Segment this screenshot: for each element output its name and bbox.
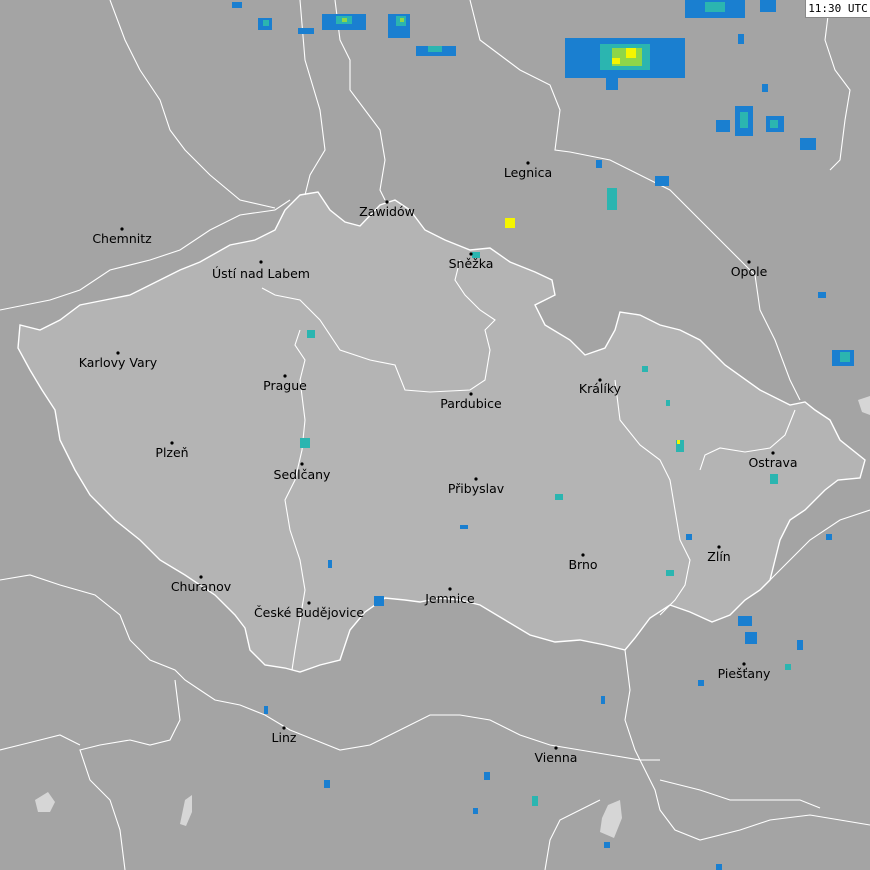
radar-echo [666, 570, 674, 576]
radar-echo [686, 534, 692, 540]
city-label-opole: Opole [731, 264, 768, 279]
radar-echo [324, 780, 330, 788]
radar-echo [655, 176, 669, 186]
radar-echo [840, 352, 850, 362]
city-label-jemnice: Jemnice [424, 591, 475, 606]
radar-echo [770, 474, 778, 484]
radar-echo [307, 330, 315, 338]
radar-echo [532, 796, 538, 806]
radar-echo [607, 188, 617, 210]
radar-echo [263, 20, 269, 26]
timestamp-label: 11:30 UTC [805, 0, 870, 18]
city-label-vienna: Vienna [535, 750, 578, 765]
radar-echo [460, 525, 468, 529]
radar-echo [298, 28, 314, 34]
radar-echo [698, 680, 704, 686]
radar-echo [626, 48, 636, 58]
city-label-churanov: Churanov [171, 579, 232, 594]
radar-echo [374, 596, 384, 606]
radar-echo [555, 494, 563, 500]
city-label-ostrava: Ostrava [748, 455, 797, 470]
city-label-brno: Brno [568, 557, 597, 572]
radar-echo [596, 160, 602, 168]
radar-echo [760, 0, 776, 12]
radar-echo [677, 440, 680, 444]
radar-echo [612, 58, 620, 64]
radar-echo [797, 640, 803, 650]
radar-echo [264, 706, 268, 714]
city-label-pribyslav: Přibyslav [448, 481, 505, 496]
radar-echo [738, 34, 744, 44]
city-label-plzen: Plzeň [155, 445, 188, 460]
radar-echo [473, 808, 478, 814]
city-dot-sedlcany [300, 462, 304, 466]
radar-echo [400, 18, 404, 22]
city-label-prague: Prague [263, 378, 307, 393]
radar-echo [428, 46, 442, 52]
radar-echo [738, 616, 752, 626]
map-canvas: Chemnitz Ústí nad Labem Karlovy Vary Pra… [0, 0, 870, 870]
radar-echo [705, 2, 725, 12]
city-label-usti: Ústí nad Labem [212, 266, 310, 281]
radar-echo [716, 864, 722, 870]
radar-map: Chemnitz Ústí nad Labem Karlovy Vary Pra… [0, 0, 870, 870]
city-dot-usti [259, 260, 263, 264]
radar-echo [745, 632, 757, 644]
city-label-snezka: Sněžka [449, 256, 494, 271]
city-label-pardubice: Pardubice [440, 396, 502, 411]
radar-echo [604, 842, 610, 848]
radar-echo [800, 138, 816, 150]
city-label-chemnitz: Chemnitz [92, 231, 152, 246]
radar-echo [606, 76, 618, 90]
city-label-karlovy-vary: Karlovy Vary [79, 355, 158, 370]
radar-echo [328, 560, 332, 568]
city-label-kraliky: Králíky [579, 381, 622, 396]
radar-echo [505, 218, 515, 228]
radar-echo [342, 18, 347, 22]
radar-echo [818, 292, 826, 298]
radar-echo [785, 664, 791, 670]
radar-echo [601, 696, 605, 704]
city-label-piestany: Piešťany [718, 666, 771, 681]
city-label-legnica: Legnica [504, 165, 552, 180]
radar-echo [716, 120, 730, 132]
city-label-zlin: Zlín [707, 549, 730, 564]
radar-echo [300, 438, 310, 448]
radar-echo [232, 2, 242, 8]
radar-echo [826, 534, 832, 540]
radar-echo [740, 112, 748, 128]
radar-echo [666, 400, 670, 406]
radar-echo [770, 120, 778, 128]
city-label-ceske-budejovice: České Budějovice [254, 605, 364, 620]
city-label-zawidow: Zawidów [359, 204, 415, 219]
radar-echo [762, 84, 768, 92]
city-label-sedlcany: Sedlčany [274, 467, 331, 482]
radar-echo [642, 366, 648, 372]
city-label-linz: Linz [272, 730, 297, 745]
radar-echo [484, 772, 490, 780]
